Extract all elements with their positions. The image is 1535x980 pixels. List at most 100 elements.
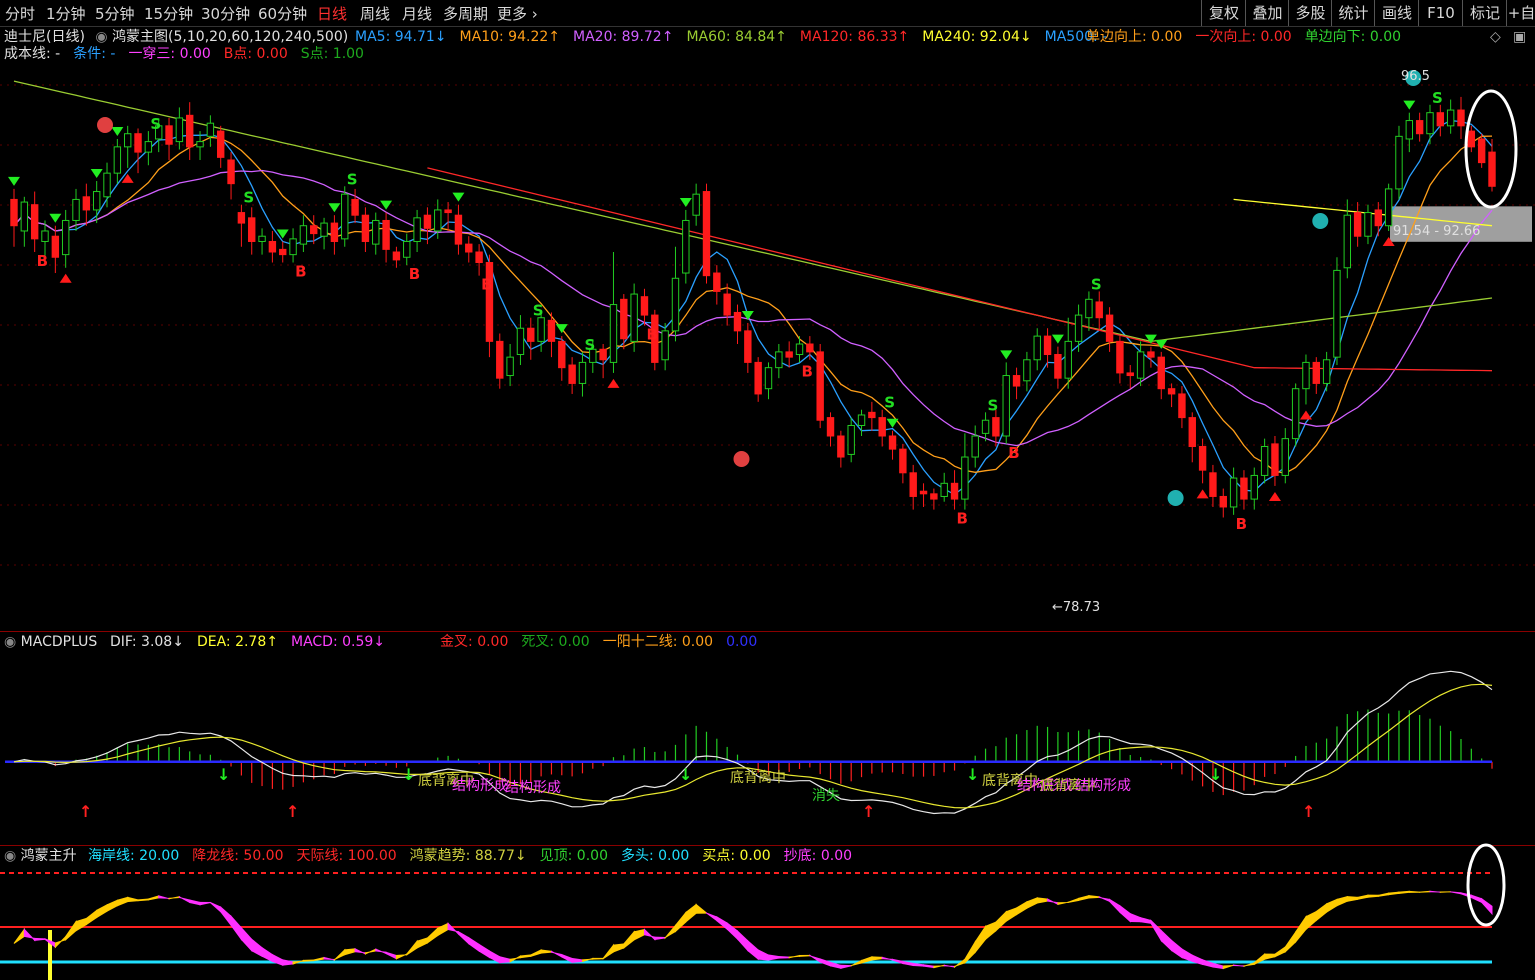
candle-body-102 (1064, 340, 1072, 379)
panel-menu-icon[interactable]: ▣ (1513, 29, 1526, 45)
candle-body-118 (1229, 477, 1238, 508)
macd-name[interactable]: MACDPLUS (21, 634, 98, 650)
hm-legend-item-0[interactable]: 海岸线: 20.00 (88, 848, 179, 864)
hm-band-113 (1171, 939, 1183, 959)
ma-legend-item-1[interactable]: MA10: 94.22↑ (460, 29, 560, 45)
hm-band-64 (664, 923, 676, 940)
candle-body-115 (1198, 446, 1207, 471)
toolbar-button-3[interactable]: 统计 (1331, 0, 1375, 26)
candle-78 (816, 344, 824, 429)
hm-band-109 (1129, 912, 1142, 923)
ma-legend-item-3[interactable]: MA60: 84.84↑ (686, 29, 786, 45)
candle-129 (1343, 199, 1352, 279)
period-tab-4[interactable]: 30分钟 (201, 3, 250, 24)
candle-body-133 (1384, 188, 1393, 227)
candle-83 (868, 401, 876, 431)
signal-legend-item-0[interactable]: 单边向上: 0.00 (1086, 29, 1182, 45)
cost-legend-item-1[interactable]: 条件: - (73, 46, 115, 62)
hm-band-66 (685, 903, 697, 924)
macd-legend-item-5[interactable]: 一阳十二线: 0.00 (603, 634, 713, 650)
macd-legend-item-1[interactable]: DEA: 2.78↑ (197, 634, 278, 650)
candle-67 (702, 183, 711, 284)
hm-legend-item-4[interactable]: 见顶: 0.00 (540, 848, 608, 864)
period-tab-6[interactable]: 日线 (317, 3, 347, 24)
candle-124 (1291, 383, 1300, 447)
candle-1 (20, 196, 29, 247)
toolbar-button-7[interactable]: +自 (1506, 0, 1535, 26)
candle-body-75 (785, 351, 793, 358)
candle-body-72 (754, 361, 762, 395)
hm-band-33 (344, 948, 356, 956)
stock-title[interactable]: 迪士尼(日线) (4, 29, 85, 45)
toolbar-button-2[interactable]: 多股 (1288, 0, 1332, 26)
hm-band-86 (892, 958, 904, 965)
hm-band-4 (44, 938, 56, 949)
toolbar-button-5[interactable]: F10 (1418, 0, 1463, 26)
toolbar-button-0[interactable]: 复权 (1201, 0, 1246, 26)
signal-legend-item-2[interactable]: 单边向下: 0.00 (1305, 29, 1401, 45)
ma-legend-item-5[interactable]: MA240: 92.04↓ (922, 29, 1031, 45)
hm-legend-item-5[interactable]: 多头: 0.00 (621, 848, 689, 864)
hm-band-43 (447, 922, 459, 936)
period-tab-8[interactable]: 月线 (402, 3, 432, 24)
candle-body-18 (196, 141, 204, 148)
period-tab-1[interactable]: 1分钟 (46, 3, 86, 24)
ma-legend-item-2[interactable]: MA20: 89.72↑ (573, 29, 673, 45)
buy-marker-1: B (295, 263, 306, 281)
candle-106 (1105, 307, 1114, 352)
period-tab-9[interactable]: 多周期 (443, 3, 488, 24)
hm-legend-item-1[interactable]: 降龙线: 50.00 (192, 848, 283, 864)
period-tab-3[interactable]: 15分钟 (144, 3, 193, 24)
period-tab-10[interactable]: 更多 › (497, 3, 538, 24)
hm-band-78 (809, 954, 821, 964)
period-tab-7[interactable]: 周线 (360, 3, 390, 24)
period-tab-5[interactable]: 60分钟 (258, 3, 307, 24)
macd-legend-item-4[interactable]: 死叉: 0.00 (521, 634, 589, 650)
macd-arrow-3: ↓ (402, 765, 415, 784)
candle-74 (775, 344, 783, 379)
cost-legend-item-3[interactable]: B点: 0.00 (224, 46, 288, 62)
candle-body-91 (950, 482, 959, 500)
macd-legend-item-6[interactable]: 0.00 (726, 634, 757, 650)
signal-legend-item-1[interactable]: 一次向上: 0.00 (1195, 29, 1291, 45)
macd-toggle-icon[interactable]: ◉ (4, 634, 16, 650)
ma-legend-item-0[interactable]: MA5: 94.71↓ (355, 29, 447, 45)
ma-line-ma240 (1233, 198, 1493, 227)
period-tab-0[interactable]: 分时 (5, 3, 35, 24)
hm-toggle-icon[interactable]: ◉ (4, 848, 16, 864)
hm-legend-item-6[interactable]: 买点: 0.00 (702, 848, 770, 864)
candle-body-25 (268, 240, 277, 253)
cost-legend-item-0[interactable]: 成本线: - (4, 46, 60, 62)
hm-legend-item-7[interactable]: 抄底: 0.00 (784, 848, 852, 864)
candle-22 (237, 204, 246, 247)
indicator-toggle-icon[interactable]: ◉ (95, 29, 107, 45)
diamond-icon[interactable]: ◇ (1490, 29, 1501, 45)
candle-body-141 (1467, 130, 1476, 148)
macd-annotation-0: 底背离中 (418, 772, 474, 789)
candle-body-6 (72, 198, 80, 221)
hm-band-123 (1274, 946, 1286, 958)
candle-8 (92, 181, 101, 224)
macd-legend-item-0[interactable]: DIF: 3.08↓ (110, 634, 184, 650)
macd-legend-item-2[interactable]: MACD: 0.59↓ (291, 634, 385, 650)
toolbar-button-4[interactable]: 画线 (1374, 0, 1419, 26)
main-indicator-name[interactable]: 鸿蒙主图(5,10,20,60,120,240,500) (112, 29, 348, 45)
ma-legend-item-4[interactable]: MA120: 86.33↑ (800, 29, 909, 45)
hm-name[interactable]: 鸿蒙主升 (21, 848, 77, 864)
hm-band-111 (1150, 919, 1162, 943)
hm-band-70 (726, 922, 738, 941)
candle-123 (1281, 428, 1289, 484)
period-tab-2[interactable]: 5分钟 (95, 3, 135, 24)
candle-body-39 (413, 217, 421, 242)
cost-legend-item-2[interactable]: 一穿三: 0.00 (128, 46, 210, 62)
hm-band-52 (540, 949, 552, 954)
candle-body-52 (547, 319, 556, 342)
toolbar-button-1[interactable]: 叠加 (1245, 0, 1289, 26)
hm-legend-item-3[interactable]: 鸿蒙趋势: 88.77↓ (410, 848, 527, 864)
toolbar-button-6[interactable]: 标记 (1462, 0, 1507, 26)
cost-legend-item-4[interactable]: S点: 1.00 (301, 46, 364, 62)
macd-legend-item-3[interactable]: 金叉: 0.00 (440, 634, 508, 650)
candle-body-128 (1333, 269, 1341, 358)
hm-band-6 (65, 920, 77, 941)
hm-legend-item-2[interactable]: 天际线: 100.00 (297, 848, 397, 864)
